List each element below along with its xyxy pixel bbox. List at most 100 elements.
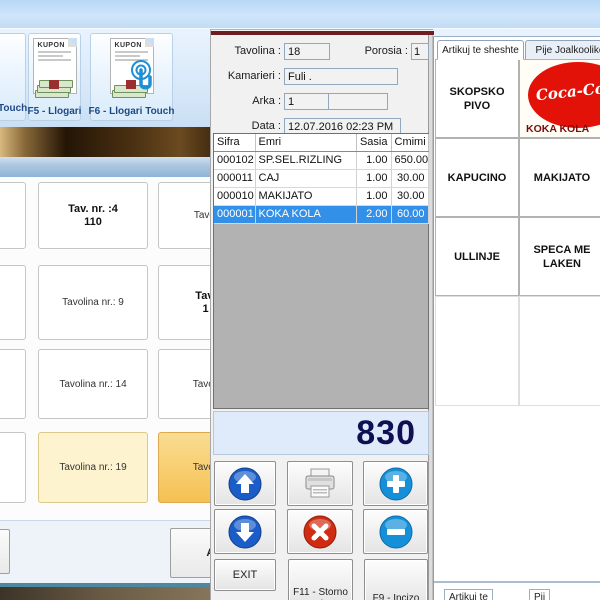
data-label: Data : (211, 120, 281, 132)
bottom-partial-tab-artikuj[interactable]: Artikuj te (444, 589, 493, 600)
article-button-empty[interactable] (519, 296, 600, 406)
total-band: 830 (213, 411, 429, 455)
kupon-receipt-money-icon: KUPON (33, 38, 77, 94)
arka-label: Arka : (211, 95, 281, 107)
toolbar-button-label: F6 - Llogari Touch (89, 104, 175, 120)
order-item-row[interactable]: 000011 CAJ 1.00 30.00 (214, 169, 428, 187)
order-item-row[interactable]: 000010 MAKIJATO 1.00 30.00 (214, 187, 428, 205)
article-label: ULLINJE (454, 250, 500, 264)
cell-sasia: 1.00 (356, 169, 391, 187)
order-items-region: Sifra Emri Sasia Cmimi 000102 SP.SEL.RIZ… (213, 133, 429, 409)
touch-hand-icon (127, 59, 157, 95)
tavolina-label: Tavolina : (211, 45, 281, 57)
article-button-makijato[interactable]: MAKIJATO (519, 138, 600, 217)
order-item-row-selected[interactable]: 000001 KOKA KOLA 2.00 60.00 (214, 205, 428, 223)
incizo-button-label: F9 - Incizo (373, 593, 420, 600)
table-button-label: Tav. nr. :4 (68, 203, 118, 216)
money-band (49, 80, 59, 89)
cell-sifra: 000001 (214, 205, 255, 223)
print-button[interactable] (287, 461, 353, 506)
panel-separator (434, 581, 600, 583)
article-button-skopsko-pivo[interactable]: SKOPSKO PIVO (435, 59, 519, 138)
cancel-x-icon (303, 515, 337, 549)
page-fold (68, 38, 77, 47)
toolbar-button-label: F5 - Llogari (28, 104, 82, 120)
table-button-label: Tavolina nr.: 19 (59, 461, 126, 474)
article-button-ullinje[interactable]: ULLINJE (435, 217, 519, 296)
tab-label: Pije Joalkoolike (536, 45, 600, 56)
article-button-empty[interactable] (435, 296, 519, 406)
col-header-sifra[interactable]: Sifra (214, 134, 255, 151)
cell-sasia: 1.00 (356, 187, 391, 205)
cell-cmimi: 30.00 (391, 169, 428, 187)
add-item-button[interactable] (363, 461, 428, 506)
order-items-table: Sifra Emri Sasia Cmimi 000102 SP.SEL.RIZ… (214, 134, 429, 224)
table-button-partial[interactable] (0, 432, 26, 503)
table-button-partial[interactable] (0, 265, 26, 340)
article-label: MAKIJATO (534, 171, 590, 185)
move-down-button[interactable] (214, 509, 276, 554)
storno-button[interactable]: F11 - Storno Incizo (288, 559, 353, 600)
kamarieri-field[interactable] (284, 68, 398, 85)
col-header-sasia[interactable]: Sasia (356, 134, 391, 151)
minus-icon (379, 515, 413, 549)
pos-application: Touch KUPON F5 - Llogari (0, 0, 600, 600)
table-button-tav-4[interactable]: Tav. nr. :4 110 (38, 182, 148, 249)
porosia-field[interactable] (411, 43, 429, 60)
articles-panel: Artikuj te sheshte Pije Joalkoolike SKOP… (433, 36, 600, 600)
cell-sasia: 2.00 (356, 205, 391, 223)
table-button-partial[interactable] (0, 349, 26, 419)
article-label: KAPUCINO (448, 171, 507, 185)
article-button-speca-me-laken[interactable]: SPECA ME LAKEN (519, 217, 600, 296)
cell-cmimi: 60.00 (391, 205, 428, 223)
cell-cmimi: 650.00 (391, 151, 428, 169)
printer-icon (302, 467, 338, 501)
toolbar-button-f6-llogari-touch[interactable]: KUPON F6 - Llogari Touch (90, 33, 173, 121)
incizo-button[interactable]: F9 - Incizo (364, 559, 428, 600)
cell-sifra: 000010 (214, 187, 255, 205)
col-header-cmimi[interactable]: Cmimi (391, 134, 428, 151)
order-item-row[interactable]: 000102 SP.SEL.RIZLING 1.00 650.00 (214, 151, 428, 169)
article-label: SPECA ME LAKEN (522, 243, 600, 271)
arka-field-2[interactable] (328, 93, 388, 110)
arka-field[interactable] (284, 93, 330, 110)
col-header-emri[interactable]: Emri (255, 134, 356, 151)
storno-button-label: F11 - Storno (293, 587, 348, 599)
kupon-receipt-touch-icon: KUPON (110, 38, 154, 94)
table-button-tavolina-9[interactable]: Tavolina nr.: 9 (38, 265, 148, 340)
cell-emri: MAKIJATO (255, 187, 356, 205)
table-button-label: Tavolina nr.: 14 (59, 378, 126, 391)
article-label: SKOPSKO PIVO (438, 85, 516, 113)
tab-artikuj-te-sheshte[interactable]: Artikuj te sheshte (437, 40, 524, 60)
bottom-partial-tab-pije[interactable]: Pij (529, 589, 550, 600)
article-button-kapucino[interactable]: KAPUCINO (435, 138, 519, 217)
tavolina-field[interactable] (284, 43, 330, 60)
total-value: 830 (356, 414, 416, 453)
cell-emri: SP.SEL.RIZLING (255, 151, 356, 169)
table-button-sublabel: 1 (202, 303, 208, 316)
table-button-tavolina-19[interactable]: Tavolina nr.: 19 (38, 432, 148, 503)
delete-item-button[interactable] (287, 509, 353, 554)
toolbar-button-f5-llogari[interactable]: KUPON F5 - Llogari (28, 33, 81, 121)
exit-button[interactable]: EXIT (214, 559, 276, 591)
cell-sifra: 000102 (214, 151, 255, 169)
tab-pije-joalkoolike[interactable]: Pije Joalkoolike (525, 40, 600, 60)
receipt-line (38, 55, 63, 57)
receipt-line (115, 51, 148, 53)
window-titlebar (0, 0, 600, 28)
tab-label: Artikuj te (449, 592, 488, 600)
coca-cola-logo: Coca-Cola (528, 62, 600, 128)
move-up-button[interactable] (214, 461, 276, 506)
tab-label: Artikuj te sheshte (442, 45, 519, 56)
order-window: Tavolina : Porosia : Kamarieri : Arka : … (210, 29, 433, 600)
table-button-sublabel: 110 (84, 216, 102, 229)
footer-button-partial[interactable] (0, 529, 10, 574)
article-button-koka-kola[interactable]: Coca-Cola KOKA KOLA (519, 59, 600, 138)
cell-sasia: 1.00 (356, 151, 391, 169)
porosia-label: Porosia : (341, 45, 408, 57)
cell-cmimi: 30.00 (391, 187, 428, 205)
table-button-partial[interactable] (0, 182, 26, 249)
table-button-tavolina-14[interactable]: Tavolina nr.: 14 (38, 349, 148, 419)
remove-item-button[interactable] (363, 509, 428, 554)
receipt-line (38, 51, 71, 53)
